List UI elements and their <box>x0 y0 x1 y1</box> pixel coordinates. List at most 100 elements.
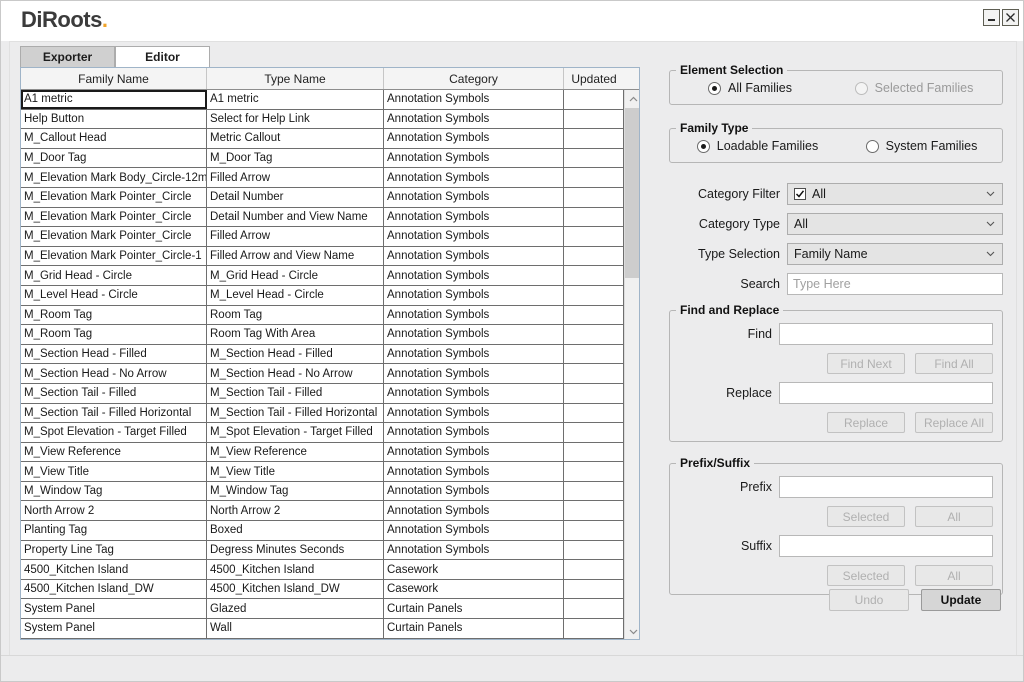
category-filter-combo[interactable]: All <box>787 183 1003 205</box>
table-cell[interactable]: M_View Title <box>21 462 207 481</box>
table-cell[interactable]: A1 metric <box>21 90 207 109</box>
table-cell[interactable]: Select for Help Link <box>207 109 384 129</box>
table-cell[interactable]: Boxed <box>207 521 384 540</box>
table-cell[interactable]: Annotation Symbols <box>384 501 564 521</box>
scrollbar-thumb[interactable] <box>625 108 639 278</box>
table-row[interactable]: Help Button Select for Help Link Annotatio… <box>21 109 624 130</box>
prefix-selected-button[interactable]: Selected <box>827 506 905 527</box>
table-cell[interactable]: System Panel <box>21 599 207 619</box>
table-row[interactable]: M_Section Head - Filled M_Section Head - … <box>21 344 624 365</box>
table-cell[interactable]: Annotation Symbols <box>384 383 564 403</box>
table-cell[interactable]: Annotation Symbols <box>384 423 564 442</box>
table-cell[interactable]: M_Window Tag <box>21 481 207 501</box>
table-cell[interactable]: M_Section Head - No Arrow <box>21 364 207 383</box>
table-cell[interactable]: Filled Arrow <box>207 227 384 246</box>
table-row[interactable]: System Panel Glazed Curtain Panels <box>21 599 624 620</box>
suffix-selected-button[interactable]: Selected <box>827 565 905 586</box>
table-cell[interactable]: Property Line Tag <box>21 540 207 560</box>
find-next-button[interactable]: Find Next <box>827 353 905 374</box>
radio-selected-families[interactable]: Selected Families <box>830 81 998 95</box>
table-cell[interactable] <box>564 207 624 227</box>
table-cell[interactable]: M_Door Tag <box>21 148 207 168</box>
table-cell[interactable] <box>564 129 624 148</box>
table-cell[interactable]: A1 metric <box>207 90 384 109</box>
table-cell[interactable]: Annotation Symbols <box>384 129 564 148</box>
table-cell[interactable]: Annotation Symbols <box>384 187 564 207</box>
table-cell[interactable] <box>564 619 624 638</box>
table-row[interactable]: M_Level Head - Circle M_Level Head - Circ… <box>21 285 624 306</box>
table-cell[interactable] <box>564 501 624 521</box>
table-cell[interactable]: Annotation Symbols <box>384 305 564 325</box>
table-row[interactable]: M_Window Tag M_Window Tag Annotation Symbo… <box>21 481 624 502</box>
find-input[interactable] <box>779 323 993 345</box>
table-row[interactable]: M_Grid Head - Circle M_Grid Head - Circle… <box>21 266 624 286</box>
table-cell[interactable]: Filled Arrow and View Name <box>207 246 384 266</box>
table-cell[interactable] <box>564 423 624 442</box>
table-cell[interactable]: Wall <box>207 619 384 638</box>
table-row[interactable]: M_View Title M_View Title Annotation Symbo… <box>21 462 624 482</box>
table-cell[interactable]: Planting Tag <box>21 521 207 540</box>
table-cell[interactable]: Annotation Symbols <box>384 148 564 168</box>
search-input[interactable] <box>787 273 1003 295</box>
minimize-icon[interactable] <box>983 9 1000 26</box>
column-header-updated[interactable]: Updated <box>564 68 624 89</box>
grid-vertical-scrollbar[interactable] <box>624 90 639 639</box>
table-row[interactable]: North Arrow 2 North Arrow 2 Annotation Sym… <box>21 501 624 522</box>
table-cell[interactable]: Filled Arrow <box>207 168 384 187</box>
table-cell[interactable]: M_View Title <box>207 462 384 481</box>
table-cell[interactable]: Annotation Symbols <box>384 325 564 344</box>
table-cell[interactable]: M_Room Tag <box>21 325 207 344</box>
table-cell[interactable] <box>564 325 624 344</box>
table-cell[interactable]: Annotation Symbols <box>384 90 564 109</box>
column-header-family-name[interactable]: Family Name <box>21 68 207 89</box>
table-row[interactable]: M_Spot Elevation - Target Filled M_Spot E… <box>21 423 624 443</box>
table-row[interactable]: M_Elevation Mark Pointer_Circle Detail Nu… <box>21 207 624 228</box>
table-row[interactable]: A1 metric A1 metric Annotation Symbols <box>21 90 624 110</box>
table-row[interactable]: 4500_Kitchen Island_DW 4500_Kitchen Islan… <box>21 579 624 600</box>
table-cell[interactable]: 4500_Kitchen Island <box>207 560 384 579</box>
table-cell[interactable]: M_Spot Elevation - Target Filled <box>21 423 207 442</box>
table-cell[interactable] <box>564 599 624 619</box>
table-cell[interactable]: Curtain Panels <box>384 619 564 638</box>
table-cell[interactable]: Help Button <box>21 109 207 129</box>
table-cell[interactable] <box>564 266 624 285</box>
table-cell[interactable] <box>564 168 624 187</box>
table-row[interactable]: M_Elevation Mark Body_Circle-12m Filled A… <box>21 168 624 188</box>
table-cell[interactable] <box>564 540 624 560</box>
table-cell[interactable]: System Panel <box>21 619 207 638</box>
table-cell[interactable]: Casework <box>384 560 564 579</box>
scroll-down-arrow-icon[interactable] <box>625 623 639 639</box>
table-cell[interactable]: M_Section Head - Filled <box>207 344 384 364</box>
table-cell[interactable]: 4500_Kitchen Island <box>21 560 207 579</box>
category-type-combo[interactable]: All <box>787 213 1003 235</box>
table-cell[interactable]: Annotation Symbols <box>384 521 564 540</box>
suffix-all-button[interactable]: All <box>915 565 993 586</box>
table-row[interactable]: M_Room Tag Room Tag Annotation Symbols <box>21 305 624 326</box>
table-cell[interactable]: Annotation Symbols <box>384 207 564 227</box>
scroll-up-arrow-icon[interactable] <box>625 90 639 107</box>
table-cell[interactable]: Casework <box>384 579 564 599</box>
table-cell[interactable]: Annotation Symbols <box>384 168 564 187</box>
table-cell[interactable]: Room Tag With Area <box>207 325 384 344</box>
undo-button[interactable]: Undo <box>829 589 909 611</box>
replace-button[interactable]: Replace <box>827 412 905 433</box>
table-row[interactable]: M_Elevation Mark Pointer_Circle Filled Ar… <box>21 227 624 247</box>
tab-editor[interactable]: Editor <box>115 46 210 67</box>
radio-all-families[interactable]: All Families <box>670 81 830 95</box>
table-cell[interactable]: M_Elevation Mark Pointer_Circle <box>21 207 207 227</box>
table-row[interactable]: Planting Tag Boxed Annotation Symbols <box>21 521 624 541</box>
table-cell[interactable]: Glazed <box>207 599 384 619</box>
table-row[interactable]: Property Line Tag Degress Minutes Seconds… <box>21 540 624 561</box>
radio-system-families[interactable]: System Families <box>845 139 998 153</box>
table-cell[interactable] <box>564 227 624 246</box>
table-cell[interactable] <box>564 403 624 423</box>
replace-input[interactable] <box>779 382 993 404</box>
category-filter-checkbox-icon[interactable] <box>794 188 806 200</box>
update-button[interactable]: Update <box>921 589 1001 611</box>
table-cell[interactable] <box>564 109 624 129</box>
suffix-input[interactable] <box>779 535 993 557</box>
table-cell[interactable]: Detail Number <box>207 187 384 207</box>
type-selection-combo[interactable]: Family Name <box>787 243 1003 265</box>
table-cell[interactable]: Annotation Symbols <box>384 540 564 560</box>
table-row[interactable]: M_Section Head - No Arrow M_Section Head … <box>21 364 624 384</box>
